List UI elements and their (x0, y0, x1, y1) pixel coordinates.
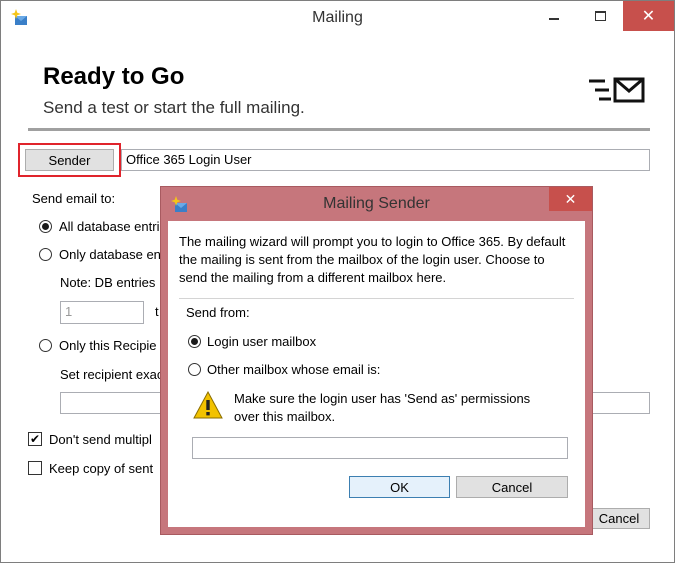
page-subtitle: Send a test or start the full mailing. (43, 98, 305, 117)
radio-login-mailbox-label: Login user mailbox (207, 334, 317, 349)
other-mailbox-email-input[interactable] (192, 437, 568, 459)
mailing-window: Mailing ✕ Ready to Go Send a test or sta… (0, 0, 675, 563)
main-cancel-button[interactable]: Cancel (588, 508, 650, 529)
maximize-button[interactable] (577, 1, 623, 31)
radio-other-mailbox-label: Other mailbox whose email is: (207, 362, 381, 377)
recipient-label: Set recipient exac (60, 367, 164, 382)
minimize-button[interactable] (531, 1, 577, 31)
close-icon: ✕ (641, 8, 656, 25)
dialog-cancel-button[interactable]: Cancel (456, 476, 568, 498)
keep-copy-checkbox[interactable] (28, 461, 42, 475)
send-email-to-label: Send email to: (32, 191, 116, 206)
db-note: Note: DB entries (60, 275, 156, 290)
dont-send-multiple-label: Don't send multipl (49, 432, 152, 447)
radio-only-db-label: Only database en (59, 247, 161, 262)
keep-copy-label: Keep copy of sent (49, 461, 154, 476)
page-title: Ready to Go (43, 63, 185, 90)
radio-only-db[interactable] (39, 248, 52, 261)
title-bar: Mailing ✕ (1, 1, 674, 35)
warning-icon (193, 391, 223, 419)
dont-send-multiple-checkbox[interactable]: ✔ (28, 432, 42, 446)
send-mail-icon (589, 77, 645, 103)
dialog-message: The mailing wizard will prompt you to lo… (179, 234, 566, 285)
dialog-divider (179, 298, 574, 299)
mailing-sender-dialog: Mailing Sender ✕ The mailing wizard will… (160, 186, 593, 535)
header-divider (28, 128, 650, 131)
dialog-close-button[interactable]: ✕ (549, 187, 592, 211)
send-from-label: Send from: (186, 305, 250, 320)
maximize-icon (594, 11, 606, 21)
minimize-icon (549, 18, 559, 20)
radio-only-recipient[interactable] (39, 339, 52, 352)
radio-all-entries[interactable] (39, 220, 52, 233)
entry-count-input[interactable]: 1 (60, 301, 144, 324)
ok-button[interactable]: OK (349, 476, 450, 498)
sender-field[interactable]: Office 365 Login User (121, 149, 650, 171)
sender-button[interactable]: Sender (25, 149, 114, 171)
dialog-body: The mailing wizard will prompt you to lo… (168, 221, 585, 527)
entry-count-suffix: t (155, 304, 159, 319)
close-button[interactable]: ✕ (623, 1, 674, 31)
radio-all-entries-label: All database entri (59, 219, 160, 234)
radio-only-recipient-label: Only this Recipie (59, 338, 157, 353)
radio-login-mailbox[interactable] (188, 335, 201, 348)
close-icon: ✕ (564, 190, 577, 207)
dialog-title: Mailing Sender (323, 195, 430, 212)
radio-other-mailbox[interactable] (188, 363, 201, 376)
send-as-warning: Make sure the login user has 'Send as' p… (234, 391, 531, 424)
